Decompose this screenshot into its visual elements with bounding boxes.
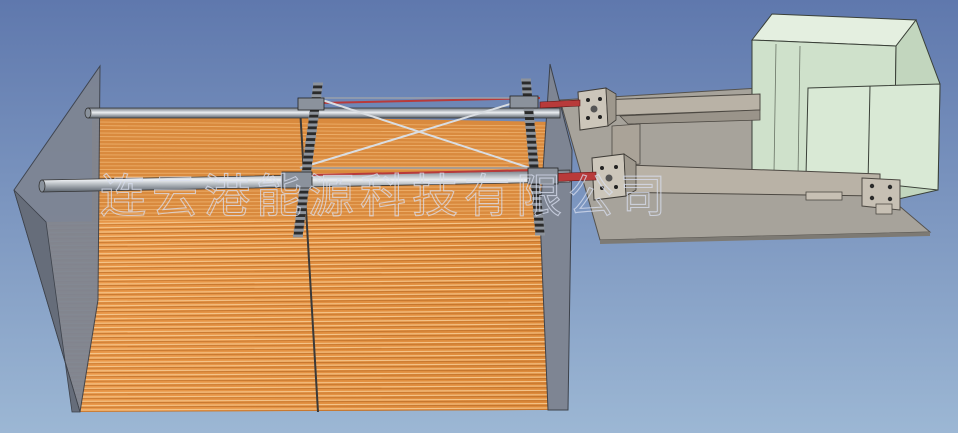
chain-link (521, 84, 532, 88)
chain-link (293, 234, 303, 238)
chain-link (305, 140, 316, 144)
chain-link (304, 146, 315, 150)
chain-link (523, 108, 534, 112)
chain-link (308, 117, 319, 121)
chain-link (525, 131, 536, 135)
chain-link (312, 88, 323, 92)
chain-link (294, 222, 305, 226)
company-watermark: 连云港能源科技有限公司 (100, 169, 672, 223)
chain-link (522, 90, 533, 94)
chain-link (528, 161, 539, 165)
drive-motor-upper (577, 87, 617, 131)
chain-link (309, 111, 320, 115)
chain-link (521, 78, 531, 82)
chain-link (303, 152, 314, 156)
chain-link (313, 82, 323, 86)
chain-link (303, 158, 313, 162)
chain-link (311, 94, 322, 98)
chain-link (293, 228, 304, 232)
chain-link (306, 129, 317, 133)
chain-link (526, 137, 537, 141)
chain-link (527, 149, 538, 153)
chain-link (524, 119, 535, 123)
chain-link (306, 135, 317, 139)
chain-link (302, 164, 313, 168)
chain-link (526, 143, 537, 147)
chain-link (524, 114, 535, 118)
chain-link (528, 155, 538, 159)
chain-link (534, 226, 545, 230)
chain-link (525, 125, 536, 129)
chain-link (535, 232, 545, 236)
3d-model-render: 连云港能源科技有限公司 (0, 0, 958, 433)
chain-link (307, 123, 318, 127)
